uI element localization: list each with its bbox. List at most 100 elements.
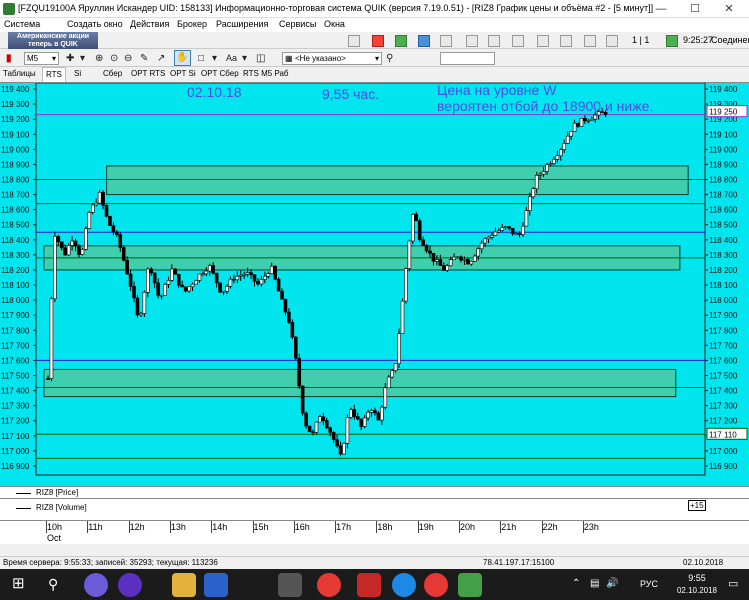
tab-rts-m5[interactable]: RTS M5 Раб [243, 69, 289, 78]
zoom-in-icon[interactable]: ⊕ [95, 52, 103, 65]
candle-body [197, 273, 202, 281]
candle-body [218, 282, 222, 293]
candle-body [345, 417, 350, 444]
lock-icon[interactable] [606, 35, 618, 47]
arrow-icon[interactable]: ↗ [157, 52, 165, 65]
hand-tool-icon[interactable]: ✋ [174, 50, 191, 66]
search-icon[interactable]: ⚲ [386, 52, 393, 65]
quotes-icon[interactable] [418, 35, 430, 47]
close-icon[interactable]: ✕ [718, 1, 740, 17]
y-tick-label-right: 119 400 [709, 85, 738, 94]
mail-icon[interactable] [204, 573, 228, 597]
network-icon[interactable]: ▤ [590, 578, 599, 589]
menu-system[interactable]: Система [4, 19, 40, 29]
candle-body [359, 418, 363, 427]
menu-actions[interactable]: Действия [130, 19, 169, 29]
tab-sber[interactable]: Сбер [103, 69, 122, 78]
yandex-browser-icon[interactable] [317, 573, 341, 597]
tab-si[interactable]: Si [74, 69, 81, 78]
menu-extensions[interactable]: Расширения [216, 19, 268, 29]
chevron-down-icon[interactable]: ▾ [212, 52, 217, 65]
candle-body [479, 242, 484, 250]
tab-opt-sber[interactable]: OPT Сбер [201, 69, 239, 78]
chevron-down-icon[interactable]: ▾ [80, 52, 85, 65]
yandex-browser-2-icon[interactable] [424, 573, 448, 597]
volume-icon[interactable]: 🔊 [606, 578, 618, 589]
rectangle-tool-icon[interactable]: □ [198, 52, 204, 65]
chevron-down-icon[interactable]: ▾ [242, 52, 247, 65]
orders-icon[interactable] [488, 35, 500, 47]
chart-icon[interactable] [560, 35, 572, 47]
chart-type-icon[interactable]: ▮ [6, 52, 12, 65]
skype-icon[interactable] [392, 573, 416, 597]
banner-line1: Американские акции [16, 33, 90, 40]
tab-opt-si[interactable]: OPT Si [170, 69, 196, 78]
candle-body [497, 230, 501, 233]
candle-body [297, 358, 302, 387]
settings-icon[interactable] [584, 35, 596, 47]
table-icon[interactable] [348, 35, 360, 47]
connect-icon[interactable] [666, 35, 678, 47]
portfolio-icon[interactable] [440, 35, 452, 47]
promo-banner[interactable]: Американские акции теперь в QUIK [8, 32, 98, 49]
target-icon[interactable]: ⊙ [110, 52, 118, 65]
tab-rts[interactable]: RTS [42, 67, 66, 82]
clock-time[interactable]: 9:55 [672, 573, 722, 583]
price-chart[interactable]: 116 900 116 900 117 000 117 000 117 100 117 1… [0, 82, 749, 486]
trades-icon[interactable] [466, 35, 478, 47]
candle-body [53, 236, 57, 300]
positions-icon[interactable] [512, 35, 524, 47]
candle-body [170, 268, 174, 281]
time-tick-line [128, 521, 130, 533]
zoom-out-icon[interactable]: ⊖ [124, 52, 132, 65]
candle-body [263, 276, 267, 280]
crosshair-icon[interactable]: ✚ [66, 52, 74, 65]
menu-services[interactable]: Сервисы [279, 19, 316, 29]
alice-icon[interactable] [84, 573, 108, 597]
candle-body [424, 245, 429, 252]
time-tick-label: 14h [212, 522, 228, 532]
text-tool-icon[interactable]: Aa [226, 52, 237, 65]
candle-body [221, 290, 226, 293]
level-price-label: 117 110 [709, 430, 737, 439]
calculator-icon[interactable] [278, 573, 302, 597]
interval-select[interactable]: M5 ▾ [24, 52, 59, 65]
maximize-icon[interactable]: ☐ [684, 1, 706, 17]
minimize-icon[interactable]: — [650, 1, 672, 17]
tray-chevron-icon[interactable]: ⌃ [572, 578, 580, 589]
notifications-icon[interactable]: ▭ [728, 577, 738, 590]
tab-opt-rts[interactable]: OPT RTS [131, 69, 165, 78]
annotation-line1: Цена на уровне W [437, 82, 557, 98]
search-input[interactable] [440, 52, 495, 65]
candle-body [397, 333, 401, 364]
windows-start-icon[interactable]: ⊞ [12, 575, 29, 592]
search-icon[interactable]: ⚲ [48, 576, 58, 593]
y-tick-label-right: 118 400 [709, 236, 738, 245]
menu-windows[interactable]: Окна [324, 19, 345, 29]
quik-taskbar-icon[interactable] [458, 573, 482, 597]
candle-body [46, 378, 50, 380]
clock-date[interactable]: 02.10.2018 [672, 586, 722, 595]
tab-tables[interactable]: Таблицы [3, 69, 36, 78]
menu-create-window[interactable]: Создать окно [67, 19, 123, 29]
price-chart-canvas[interactable]: 116 900 116 900 117 000 117 000 117 100 117 1… [0, 83, 749, 487]
new-order-icon[interactable] [395, 35, 407, 47]
candle-body [386, 376, 391, 389]
language-indicator[interactable]: РУС [640, 579, 658, 589]
time-tick-label: 18h [377, 522, 393, 532]
candle-body [180, 284, 185, 288]
messages-icon[interactable] [537, 35, 549, 47]
layers-icon[interactable]: ◫ [256, 52, 265, 65]
candle-body [108, 215, 112, 226]
folder-icon[interactable] [172, 573, 196, 597]
candle-body [314, 421, 319, 433]
volume-panel[interactable]: RIZ8 [Volume] +15 [0, 498, 749, 520]
microphone-icon[interactable] [118, 573, 142, 597]
menu-broker[interactable]: Брокер [177, 19, 207, 29]
pencil-icon[interactable]: ✎ [140, 52, 148, 65]
yandex-icon[interactable] [357, 573, 381, 597]
candle-body [500, 227, 505, 231]
cancel-orders-icon[interactable] [372, 35, 384, 47]
candle-body [118, 234, 123, 248]
account-select[interactable]: ▦ <Не указано> ▾ [282, 52, 382, 65]
